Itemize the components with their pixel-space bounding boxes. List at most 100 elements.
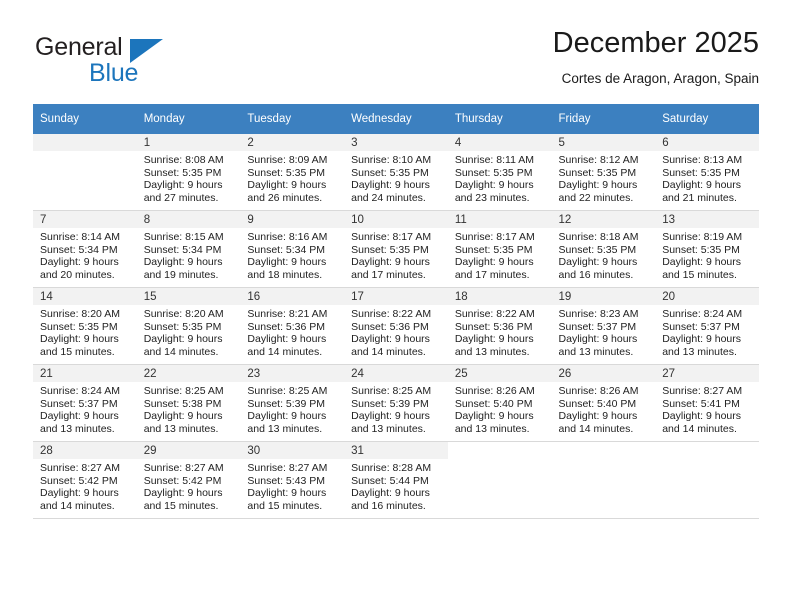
- sunrise-time: Sunrise: 8:20 AM: [143, 308, 224, 320]
- day-details: Sunrise: 8:22 AM Sunset: 5:36 PM Daylight:…: [448, 305, 552, 358]
- daylight-duration-line1: Daylight: 9 hours: [454, 256, 534, 269]
- calendar-day-cell[interactable]: 2 Sunrise: 8:09 AM Sunset: 5:35 PM Daylight…: [240, 134, 345, 211]
- day-number: [448, 442, 552, 459]
- sunset-time: Sunset: 5:41 PM: [662, 397, 740, 410]
- sunset-time: Sunset: 5:34 PM: [143, 243, 222, 256]
- day-number: 15: [136, 288, 241, 305]
- sunrise-time: Sunrise: 8:27 AM: [143, 462, 224, 474]
- day-number: [33, 134, 137, 151]
- day-cell-inner: [655, 442, 759, 518]
- day-number: 26: [551, 365, 656, 382]
- day-number: 24: [344, 365, 448, 382]
- calendar-day-cell[interactable]: 15 Sunrise: 8:20 AM Sunset: 5:35 PM Dayligh…: [136, 287, 241, 365]
- day-number: [655, 442, 759, 459]
- sunrise-time: Sunrise: 8:15 AM: [143, 231, 224, 243]
- day-cell-inner: 13 Sunrise: 8:19 AM Sunset: 5:35 PM Dayligh…: [655, 211, 759, 287]
- calendar-day-cell[interactable]: 7 Sunrise: 8:14 AM Sunset: 5:34 PM Daylight…: [33, 210, 137, 288]
- calendar-day-cell[interactable]: 11 Sunrise: 8:17 AM Sunset: 5:35 PM Dayligh…: [447, 210, 552, 288]
- sunrise-time: Sunrise: 8:24 AM: [40, 385, 120, 397]
- day-cell-inner: 31 Sunrise: 8:28 AM Sunset: 5:44 PM Dayligh…: [344, 442, 448, 518]
- calendar-page: General Blue December 2025 Cortes de Ara…: [0, 0, 792, 612]
- daylight-duration-line1: Daylight: 9 hours: [662, 256, 742, 269]
- daylight-duration-line2: and 15 minutes.: [662, 268, 737, 281]
- sunrise-sunset-calendar: Sunday Monday Tuesday Wednesday Thursday…: [33, 104, 759, 519]
- day-details: Sunrise: 8:25 AM Sunset: 5:38 PM Daylight:…: [137, 382, 241, 435]
- day-cell-inner: 14 Sunrise: 8:20 AM Sunset: 5:35 PM Dayligh…: [33, 288, 137, 364]
- day-cell-inner: 26 Sunrise: 8:26 AM Sunset: 5:40 PM Dayligh…: [551, 365, 656, 441]
- day-cell-inner: 4 Sunrise: 8:11 AM Sunset: 5:35 PM Daylight…: [447, 134, 552, 210]
- calendar-day-cell[interactable]: 30 Sunrise: 8:27 AM Sunset: 5:43 PM Dayligh…: [240, 441, 345, 519]
- calendar-day-cell[interactable]: 16 Sunrise: 8:21 AM Sunset: 5:36 PM Dayligh…: [240, 287, 345, 365]
- calendar-day-cell[interactable]: 9 Sunrise: 8:16 AM Sunset: 5:34 PM Daylight…: [240, 210, 345, 288]
- day-number: 10: [344, 211, 448, 228]
- sunrise-time: Sunrise: 8:09 AM: [247, 154, 328, 166]
- calendar-day-cell[interactable]: 13 Sunrise: 8:19 AM Sunset: 5:35 PM Dayligh…: [655, 210, 759, 288]
- day-details: Sunrise: 8:27 AM Sunset: 5:42 PM Daylight:…: [33, 459, 137, 512]
- sunrise-time: Sunrise: 8:19 AM: [662, 231, 743, 243]
- calendar-day-cell[interactable]: 27 Sunrise: 8:27 AM Sunset: 5:41 PM Dayligh…: [655, 364, 759, 442]
- daylight-duration-line2: and 13 minutes.: [351, 422, 426, 435]
- day-details: Sunrise: 8:24 AM Sunset: 5:37 PM Daylight:…: [33, 382, 137, 435]
- day-details: Sunrise: 8:25 AM Sunset: 5:39 PM Daylight:…: [240, 382, 344, 435]
- daylight-duration-line1: Daylight: 9 hours: [247, 487, 327, 500]
- day-details: Sunrise: 8:17 AM Sunset: 5:35 PM Daylight:…: [344, 228, 448, 281]
- daylight-duration-line2: and 13 minutes.: [40, 422, 115, 435]
- logo-text-blue: Blue: [89, 59, 139, 87]
- day-cell-inner: 2 Sunrise: 8:09 AM Sunset: 5:35 PM Daylight…: [240, 134, 345, 210]
- daylight-duration-line2: and 27 minutes.: [143, 191, 219, 204]
- daylight-duration-line2: and 18 minutes.: [247, 268, 323, 281]
- calendar-day-cell[interactable]: 28 Sunrise: 8:27 AM Sunset: 5:42 PM Dayligh…: [33, 441, 137, 519]
- sunset-time: Sunset: 5:42 PM: [40, 474, 118, 487]
- sunset-time: Sunset: 5:43 PM: [247, 474, 326, 487]
- calendar-day-cell[interactable]: 10 Sunrise: 8:17 AM Sunset: 5:35 PM Dayligh…: [344, 210, 448, 288]
- sunrise-time: Sunrise: 8:13 AM: [662, 154, 743, 166]
- day-cell-inner: 25 Sunrise: 8:26 AM Sunset: 5:40 PM Dayligh…: [447, 365, 552, 441]
- day-cell-inner: 9 Sunrise: 8:16 AM Sunset: 5:34 PM Daylight…: [240, 211, 345, 287]
- calendar-day-cell[interactable]: 29 Sunrise: 8:27 AM Sunset: 5:42 PM Dayligh…: [136, 441, 241, 519]
- sunrise-time: Sunrise: 8:22 AM: [351, 308, 432, 320]
- day-details: Sunrise: 8:14 AM Sunset: 5:34 PM Daylight:…: [33, 228, 137, 281]
- calendar-body: 1 Sunrise: 8:08 AM Sunset: 5:35 PM Daylight…: [33, 134, 759, 519]
- daylight-duration-line2: and 14 minutes.: [40, 499, 115, 512]
- calendar-day-cell[interactable]: 14 Sunrise: 8:20 AM Sunset: 5:35 PM Dayligh…: [33, 287, 137, 365]
- day-cell-inner: [448, 442, 552, 518]
- calendar-day-cell[interactable]: 21 Sunrise: 8:24 AM Sunset: 5:37 PM Dayligh…: [33, 364, 137, 442]
- calendar-day-cell[interactable]: 17 Sunrise: 8:22 AM Sunset: 5:36 PM Dayligh…: [344, 287, 448, 365]
- calendar-day-cell[interactable]: 3 Sunrise: 8:10 AM Sunset: 5:35 PM Daylight…: [344, 134, 448, 211]
- calendar-day-cell[interactable]: 1 Sunrise: 8:08 AM Sunset: 5:35 PM Daylight…: [136, 134, 241, 211]
- calendar-week-row: 1 Sunrise: 8:08 AM Sunset: 5:35 PM Daylight…: [33, 134, 759, 211]
- calendar-day-cell[interactable]: 8 Sunrise: 8:15 AM Sunset: 5:34 PM Daylight…: [136, 210, 241, 288]
- calendar-day-cell[interactable]: 18 Sunrise: 8:22 AM Sunset: 5:36 PM Dayligh…: [447, 287, 552, 365]
- weekday-header-wednesday: Wednesday: [344, 104, 448, 134]
- day-cell-inner: 15 Sunrise: 8:20 AM Sunset: 5:35 PM Dayligh…: [136, 288, 241, 364]
- calendar-day-cell[interactable]: 5 Sunrise: 8:12 AM Sunset: 5:35 PM Daylight…: [551, 134, 656, 211]
- calendar-day-cell[interactable]: 19 Sunrise: 8:23 AM Sunset: 5:37 PM Dayligh…: [551, 287, 656, 365]
- calendar-day-cell[interactable]: 24 Sunrise: 8:25 AM Sunset: 5:39 PM Dayligh…: [344, 364, 448, 442]
- sunset-time: Sunset: 5:37 PM: [558, 320, 637, 333]
- page-header: General Blue December 2025 Cortes de Ara…: [33, 25, 759, 97]
- calendar-day-cell[interactable]: 31 Sunrise: 8:28 AM Sunset: 5:44 PM Dayligh…: [344, 441, 448, 519]
- calendar-day-cell[interactable]: 22 Sunrise: 8:25 AM Sunset: 5:38 PM Dayligh…: [136, 364, 241, 442]
- calendar-day-cell[interactable]: 26 Sunrise: 8:26 AM Sunset: 5:40 PM Dayligh…: [551, 364, 656, 442]
- sunset-time: Sunset: 5:35 PM: [662, 243, 740, 256]
- day-number: 28: [33, 442, 137, 459]
- sunset-time: Sunset: 5:35 PM: [662, 166, 740, 179]
- day-number: 25: [447, 365, 552, 382]
- calendar-day-cell[interactable]: 12 Sunrise: 8:18 AM Sunset: 5:35 PM Dayligh…: [551, 210, 656, 288]
- day-number: 7: [33, 211, 137, 228]
- day-number: [552, 442, 656, 459]
- day-cell-inner: 3 Sunrise: 8:10 AM Sunset: 5:35 PM Daylight…: [344, 134, 448, 210]
- day-cell-inner: 19 Sunrise: 8:23 AM Sunset: 5:37 PM Dayligh…: [551, 288, 656, 364]
- daylight-duration-line2: and 26 minutes.: [247, 191, 323, 204]
- calendar-day-cell[interactable]: 25 Sunrise: 8:26 AM Sunset: 5:40 PM Dayligh…: [447, 364, 552, 442]
- day-number: 3: [344, 134, 448, 151]
- day-details: Sunrise: 8:23 AM Sunset: 5:37 PM Daylight:…: [552, 305, 656, 358]
- day-number: 4: [447, 134, 552, 151]
- calendar-day-cell[interactable]: 4 Sunrise: 8:11 AM Sunset: 5:35 PM Daylight…: [447, 134, 552, 211]
- day-details: Sunrise: 8:19 AM Sunset: 5:35 PM Daylight:…: [655, 228, 759, 281]
- calendar-day-cell[interactable]: 6 Sunrise: 8:13 AM Sunset: 5:35 PM Daylight…: [655, 134, 759, 211]
- sunrise-time: Sunrise: 8:27 AM: [662, 385, 743, 397]
- calendar-day-cell[interactable]: 20 Sunrise: 8:24 AM Sunset: 5:37 PM Dayligh…: [655, 287, 759, 365]
- day-details: Sunrise: 8:27 AM Sunset: 5:42 PM Daylight:…: [137, 459, 241, 512]
- calendar-day-cell[interactable]: 23 Sunrise: 8:25 AM Sunset: 5:39 PM Dayligh…: [240, 364, 345, 442]
